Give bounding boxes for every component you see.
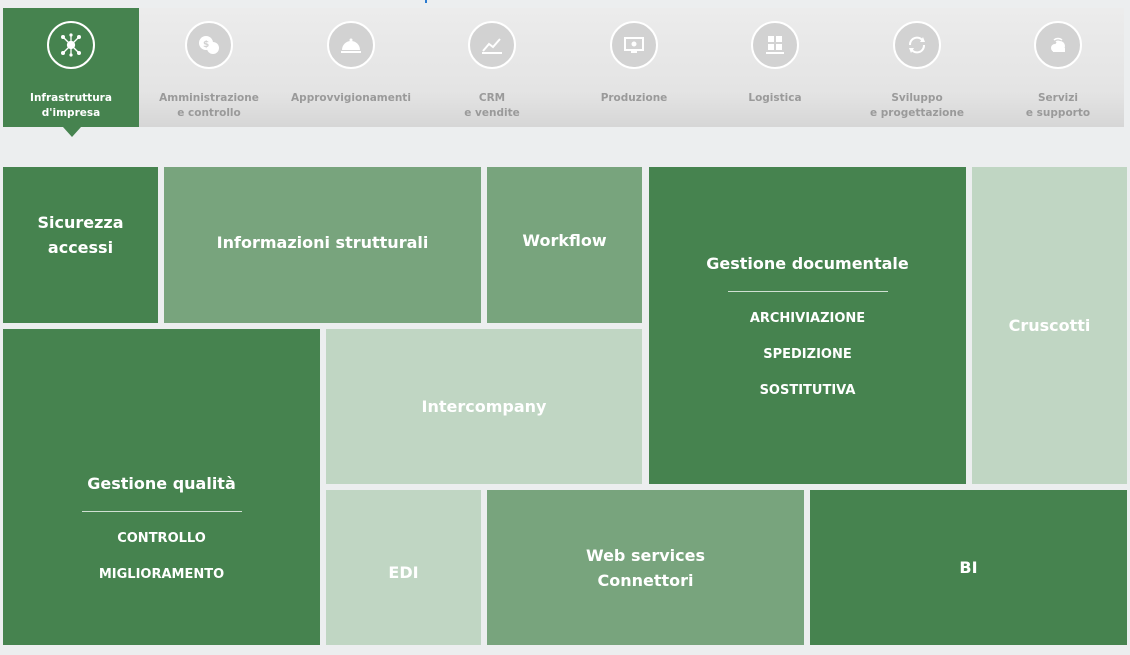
tile-title: Web services Connettori — [586, 545, 705, 590]
tab-label: Produzione — [600, 92, 668, 104]
tab-label: Infrastruttura d'impresa — [30, 92, 112, 119]
tile-title: Informazioni strutturali — [216, 233, 429, 252]
tile-title: Workflow — [522, 230, 607, 250]
tab-infrastruttura[interactable]: Infrastruttura d'impresa — [3, 8, 139, 127]
active-tab-pointer — [63, 127, 81, 137]
tab-produzione[interactable]: Produzione — [568, 8, 700, 127]
top-accent-line — [425, 0, 427, 3]
tile-title: Gestione documentale — [706, 254, 909, 273]
tab-servizi[interactable]: Servizi e supporto — [992, 8, 1124, 127]
refresh-icon — [893, 21, 941, 69]
tile-gestione-documentale[interactable]: Gestione documentale ARCHIVIAZIONE SPEDI… — [649, 167, 966, 484]
tab-label: Sviluppo e progettazione — [870, 92, 964, 119]
sub-item-spedizione[interactable]: SPEDIZIONE — [763, 346, 851, 364]
tile-workflow[interactable]: Workflow — [487, 167, 642, 323]
tab-crm[interactable]: CRM e vendite — [426, 8, 558, 127]
svg-text:$: $ — [203, 40, 209, 50]
sub-item-sostitutiva[interactable]: SOSTITUTIVA — [760, 382, 856, 400]
cloud-icon — [1034, 21, 1082, 69]
cloche-icon — [327, 21, 375, 69]
divider — [727, 291, 888, 292]
tab-logistica[interactable]: Logistica — [709, 8, 841, 127]
tile-web-services[interactable]: Web services Connettori — [487, 490, 804, 645]
tab-label: Servizi e supporto — [1025, 92, 1091, 119]
tile-title: BI — [959, 558, 978, 577]
tab-sviluppo[interactable]: Sviluppo e progettazione — [851, 8, 983, 127]
network-icon — [47, 21, 95, 69]
tile-title: Gestione qualità — [87, 473, 236, 493]
tile-intercompany[interactable]: Intercompany — [326, 329, 642, 484]
tile-bi[interactable]: BI — [810, 490, 1127, 645]
tile-title: Sicurezza accessi — [37, 213, 124, 257]
sub-item-miglioramento[interactable]: MIGLIORAMENTO — [99, 566, 224, 584]
monitor-icon — [610, 21, 658, 69]
tile-informazioni-strutturali[interactable]: Informazioni strutturali — [164, 167, 481, 323]
tile-edi[interactable]: EDI — [326, 490, 481, 645]
tile-sicurezza-accessi[interactable]: Sicurezza accessi — [3, 167, 158, 323]
tile-title: Intercompany — [421, 397, 547, 416]
tile-cruscotti[interactable]: Cruscotti — [972, 167, 1127, 484]
tab-label: Logistica — [748, 92, 802, 104]
tile-gestione-qualita[interactable]: Gestione qualità CONTROLLO MIGLIORAMENTO — [3, 329, 320, 645]
tile-title: Cruscotti — [1008, 315, 1091, 335]
divider — [81, 510, 242, 512]
tab-label: CRM e vendite — [464, 92, 520, 119]
tab-label: Amministrazione e controllo — [159, 92, 259, 119]
chart-icon — [468, 21, 516, 69]
sub-item-controllo[interactable]: CONTROLLO — [117, 530, 206, 548]
boxes-icon — [751, 21, 799, 69]
coins-icon: $ — [185, 21, 233, 69]
tab-label: Approvvigionamenti — [291, 92, 411, 104]
sub-item-archiviazione[interactable]: ARCHIVIAZIONE — [750, 310, 865, 328]
tab-approvvigionamenti[interactable]: Approvvigionamenti — [285, 8, 417, 127]
tab-amministrazione[interactable]: $ Amministrazione e controllo — [143, 8, 275, 127]
tile-title: EDI — [388, 563, 419, 582]
